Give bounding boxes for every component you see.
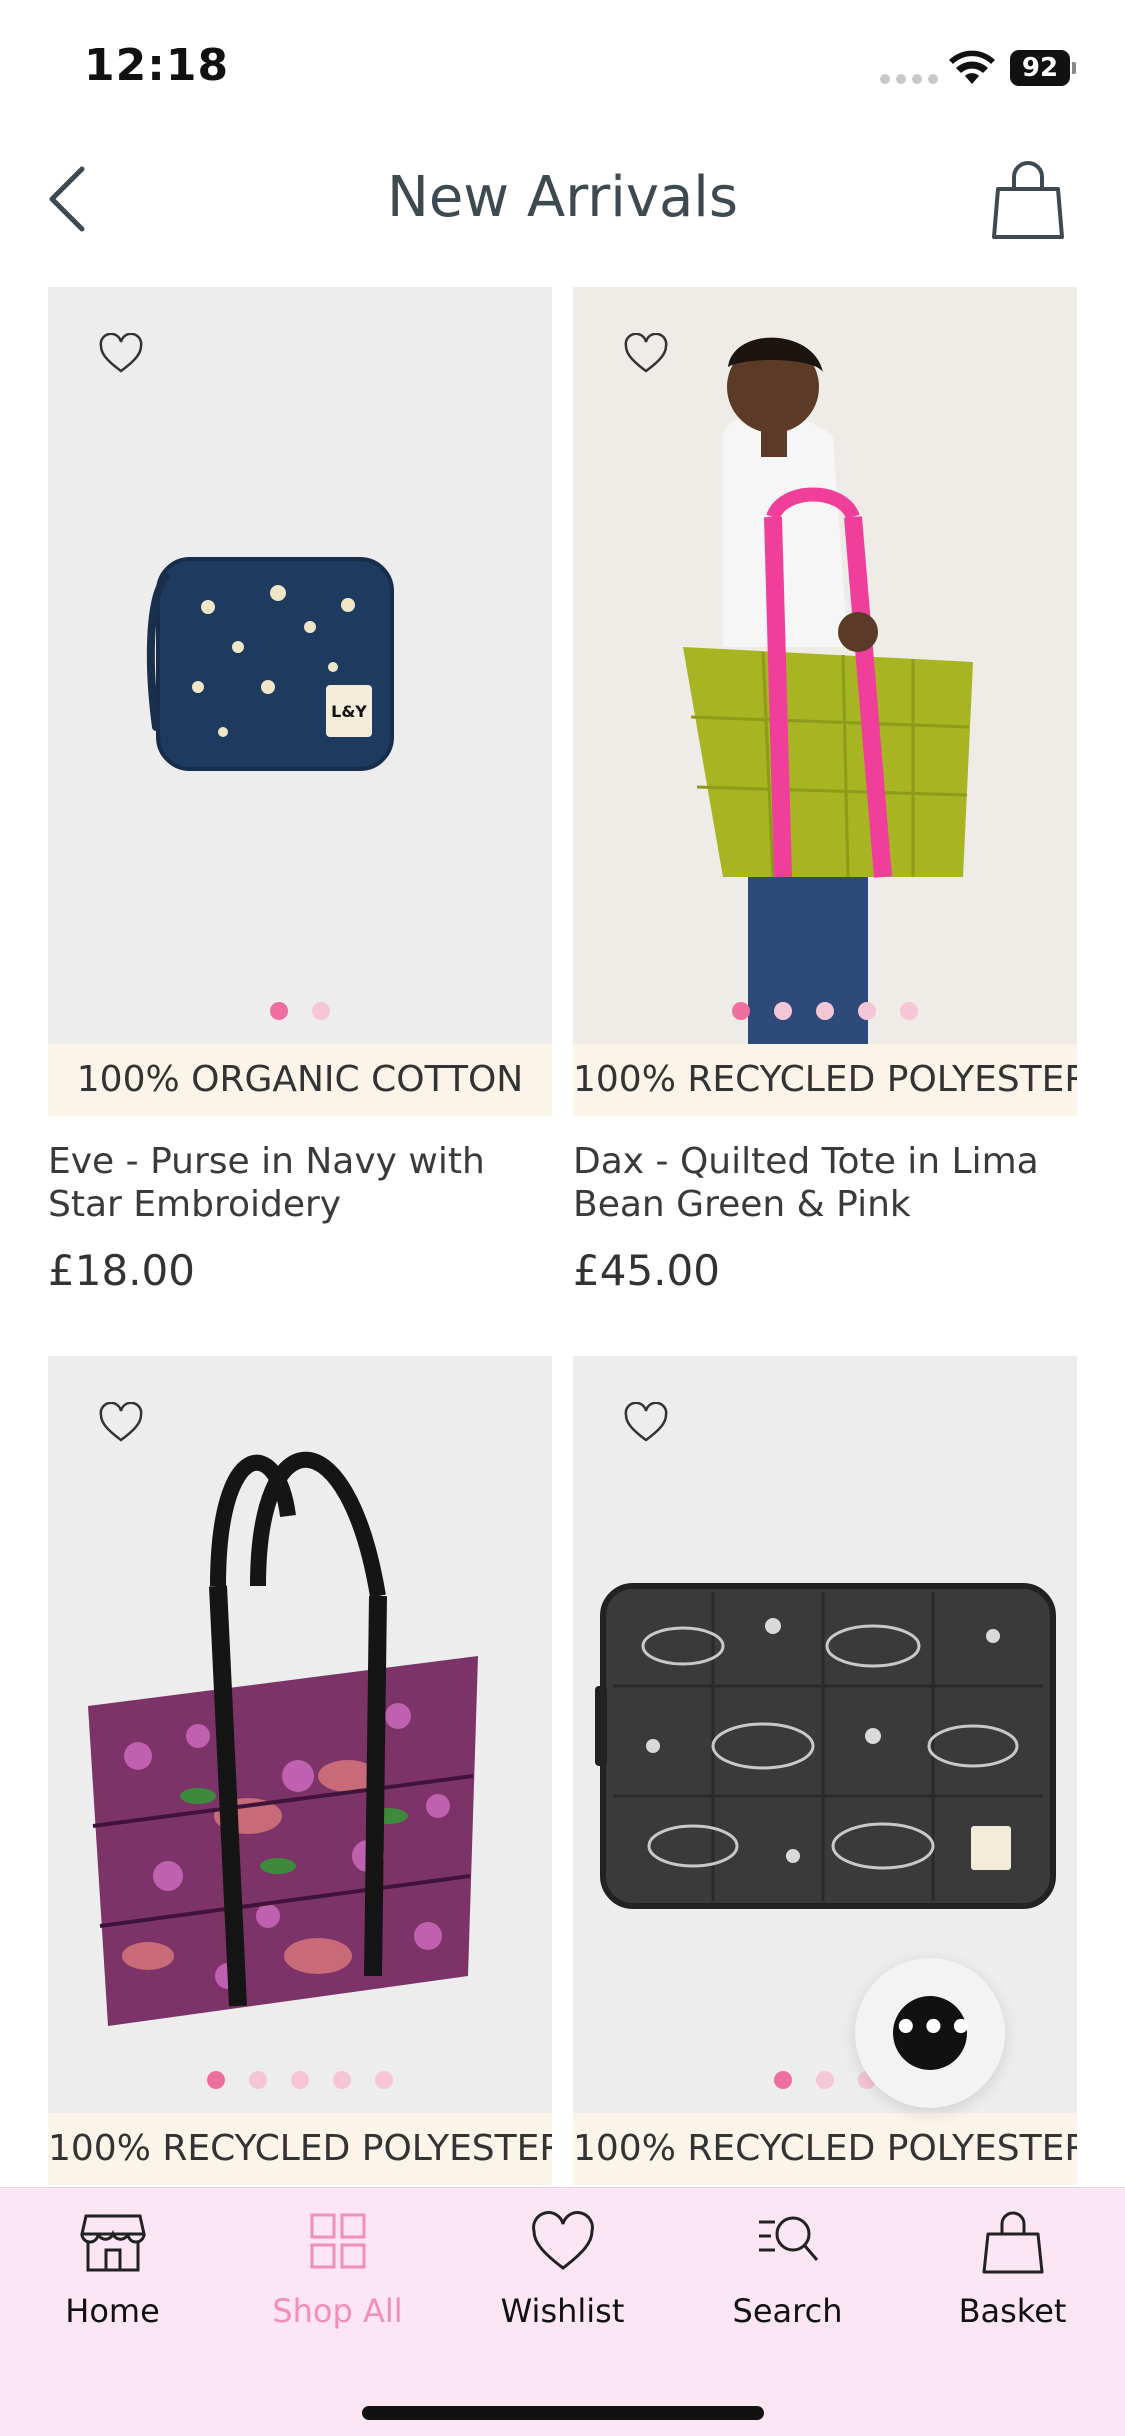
tab-label: Home <box>65 2292 160 2330</box>
product-name[interactable]: Eve - Purse in Navy with Star Embroidery <box>48 1140 552 1226</box>
svg-text:L&Y: L&Y <box>331 702 367 721</box>
basket-icon <box>982 2211 1043 2274</box>
product-name[interactable]: Dax - Quilted Tote in Lima Bean Green & … <box>573 1140 1077 1226</box>
status-time: 12:18 <box>84 40 230 91</box>
product-image[interactable] <box>48 1356 552 2113</box>
wishlist-heart-button[interactable] <box>623 1402 669 1444</box>
shopping-bag-icon[interactable] <box>988 159 1068 243</box>
product-price: £18.00 <box>48 1246 195 1295</box>
chat-bubble-icon: ••• <box>893 1996 974 2070</box>
wishlist-heart-button[interactable] <box>623 333 669 375</box>
tab-shop-all[interactable]: Shop All <box>225 2188 450 2338</box>
wishlist-heart-button[interactable] <box>98 1402 144 1444</box>
tab-basket[interactable]: Basket <box>900 2188 1125 2338</box>
floral-tote-image <box>88 1451 478 2026</box>
green-tote-model-image <box>683 337 973 1044</box>
storefront-icon <box>79 2214 146 2272</box>
carousel-dots <box>48 1002 552 1020</box>
tab-bar: Home Shop All Wishlist Search Basket <box>0 2187 1125 2436</box>
carousel-dots <box>573 2071 1077 2089</box>
product-price: £45.00 <box>573 1246 720 1295</box>
product-card[interactable]: 100% RECYCLED POLYESTER <box>48 1356 552 2185</box>
app-header: New Arrivals <box>0 135 1125 270</box>
koi-laptop-sleeve-image <box>595 1583 1056 1909</box>
material-banner: 100% RECYCLED POLYESTER <box>48 2113 552 2185</box>
product-image[interactable] <box>573 1356 1077 2113</box>
cellular-signal-icon <box>880 74 938 84</box>
material-banner: 100% RECYCLED POLYESTER <box>573 1044 1077 1116</box>
carousel-dots <box>573 1002 1077 1020</box>
battery-icon: 92 <box>1010 50 1076 86</box>
product-image[interactable]: L&Y <box>48 287 552 1044</box>
carousel-dots <box>48 2071 552 2089</box>
product-card[interactable]: 100% RECYCLED POLYESTER Dax - Quilted To… <box>573 287 1077 1295</box>
home-indicator <box>362 2406 764 2420</box>
tab-label: Wishlist <box>500 2292 625 2330</box>
heart-icon <box>531 2211 594 2270</box>
grid-icon <box>310 2213 365 2269</box>
search-icon <box>758 2216 818 2261</box>
material-banner: 100% RECYCLED POLYESTER <box>573 2113 1077 2185</box>
navy-purse-image: L&Y <box>146 557 394 771</box>
material-banner: 100% ORGANIC COTTON <box>48 1044 552 1116</box>
tab-label: Shop All <box>272 2292 403 2330</box>
tab-label: Search <box>732 2292 843 2330</box>
chat-button[interactable]: ••• <box>855 1958 1005 2108</box>
status-bar: 12:18 92 <box>0 0 1125 135</box>
battery-level: 92 <box>1010 50 1070 86</box>
wifi-icon <box>949 50 995 84</box>
product-grid: L&Y 100% ORGANIC COTTON Eve - Purse in N… <box>0 287 1125 2187</box>
product-image[interactable] <box>573 287 1077 1044</box>
tab-wishlist[interactable]: Wishlist <box>450 2188 675 2338</box>
product-card[interactable]: 100% RECYCLED POLYESTER <box>573 1356 1077 2185</box>
product-card[interactable]: L&Y 100% ORGANIC COTTON Eve - Purse in N… <box>48 287 552 1295</box>
wishlist-heart-button[interactable] <box>98 333 144 375</box>
tab-label: Basket <box>958 2292 1067 2330</box>
page-title: New Arrivals <box>386 165 739 230</box>
tab-search[interactable]: Search <box>675 2188 900 2338</box>
tab-home[interactable]: Home <box>0 2188 225 2338</box>
